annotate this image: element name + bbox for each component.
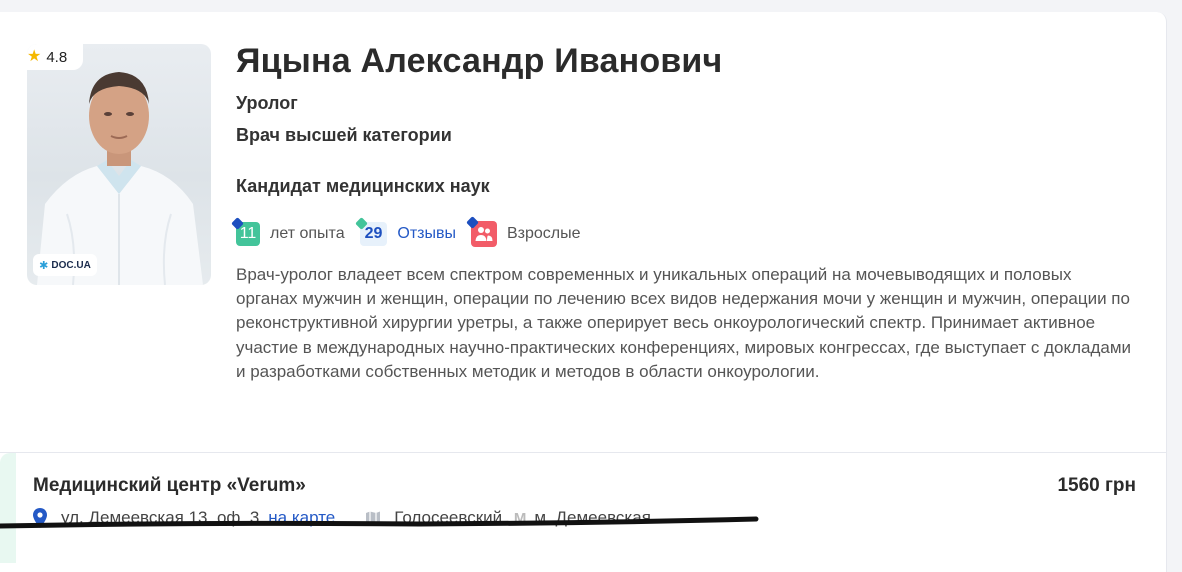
reviews-stat[interactable]: 29 Отзывы: [359, 222, 456, 246]
experience-value: 11: [236, 222, 260, 246]
docua-logo: ✱ DOC.UA: [33, 254, 97, 276]
doctor-specialty: Уролог: [236, 93, 298, 113]
docua-icon: ✱: [39, 259, 49, 272]
visit-price: 1560 грн: [1057, 475, 1136, 496]
clinic-row[interactable]: Медицинский центр «Verum» 1560 грн ул. Д…: [0, 452, 1166, 563]
star-icon: ★: [27, 48, 42, 65]
doctor-photo[interactable]: [27, 44, 211, 285]
clinic-name[interactable]: Медицинский центр «Verum»: [33, 475, 306, 497]
doctor-description: Врач-уролог владеет всем спектром соврем…: [236, 265, 1132, 381]
patients-stat: Взрослые: [471, 221, 581, 247]
doctor-portrait: [37, 72, 203, 285]
reviews-count[interactable]: 29: [359, 222, 388, 246]
rating-badge: ★ 4.8: [27, 44, 83, 70]
experience-stat: 11 лет опыта: [236, 222, 345, 246]
reviews-link[interactable]: Отзывы: [397, 225, 456, 243]
docua-label: DOC.UA: [51, 259, 91, 271]
experience-label: лет опыта: [270, 225, 345, 242]
patients-label: Взрослые: [507, 225, 581, 242]
doctor-degree: Кандидат медицинских наук: [236, 176, 490, 196]
doctor-stats: 11 лет опыта 29 Отзывы Взрослые: [236, 220, 596, 248]
rating-value: 4.8: [46, 48, 68, 66]
adults-icon: [471, 221, 497, 247]
clinic-accent-bar: [0, 453, 16, 563]
doctor-name[interactable]: Яцына Александр Иванович: [236, 42, 722, 81]
handdrawn-underline: [0, 516, 759, 529]
doctor-category: Врач высшей категории: [236, 125, 452, 145]
